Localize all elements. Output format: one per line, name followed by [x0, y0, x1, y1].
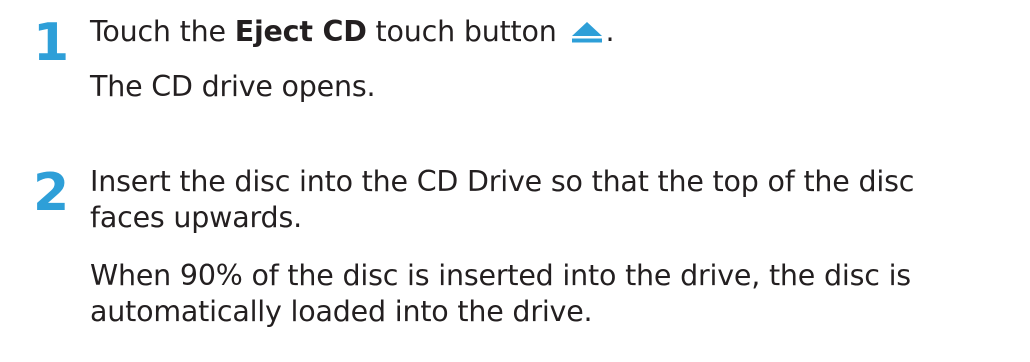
step-number-1: 1	[33, 13, 70, 73]
eject-cd-label: Eject CD	[234, 15, 367, 48]
step-1-result: The CD drive opens.	[90, 70, 376, 103]
eject-icon	[569, 21, 605, 43]
step-2-instruction-line-2: faces upwards.	[90, 201, 302, 234]
instruction-suffix: touch button	[366, 15, 557, 48]
step-2-result-line-1: When 90% of the disc is inserted into th…	[90, 259, 911, 292]
instruction-prefix: Touch the	[90, 15, 235, 48]
step-1-instruction: Touch the Eject CD touch button .	[90, 12, 615, 52]
step-2-instruction-line-1: Insert the disc into the CD Drive so tha…	[90, 165, 915, 198]
step-2-result-line-2: automatically loaded into the drive.	[90, 295, 593, 328]
instruction-end: .	[605, 15, 615, 48]
step-number-2: 2	[33, 163, 70, 223]
